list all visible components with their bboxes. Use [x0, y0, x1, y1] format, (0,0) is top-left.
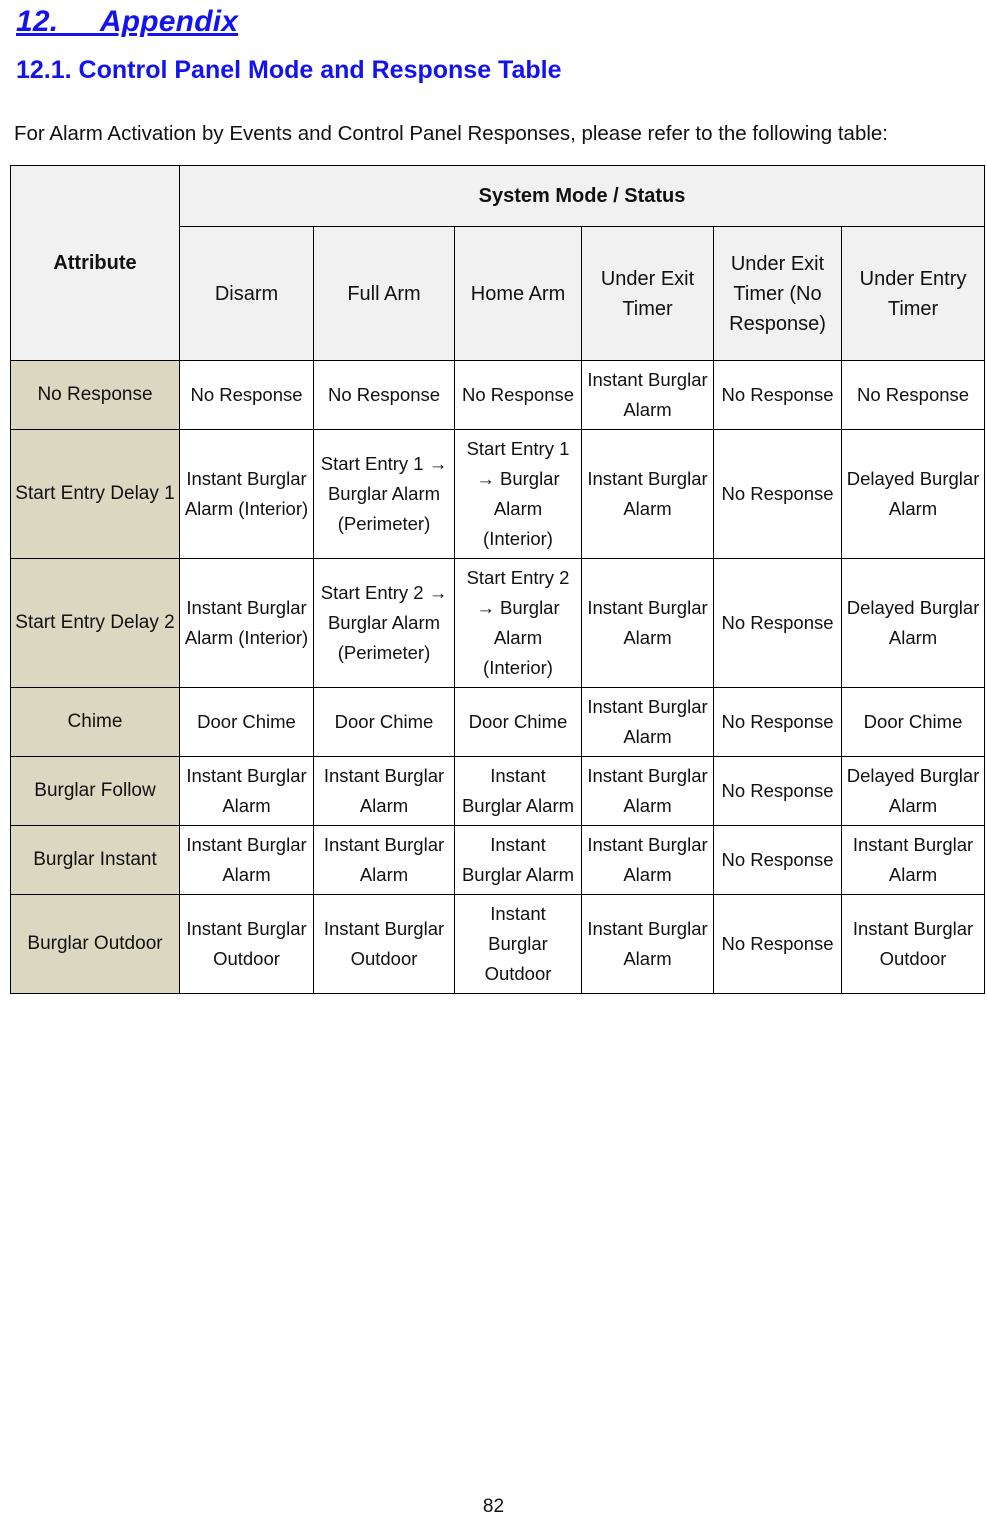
- table-cell: Delayed Burglar Alarm: [840, 558, 986, 688]
- table-row: Burglar Outdoor Instant Burglar Outdoor In…: [10, 894, 986, 994]
- table-cell: Start Entry 2 → Burglar Alarm (Interior): [454, 558, 582, 688]
- table-cell: Instant Burglar Alarm: [581, 894, 714, 994]
- table-cell: Instant Burglar Outdoor: [454, 894, 582, 994]
- row-attribute-label: Burglar Instant: [10, 825, 180, 895]
- table-row: No Response No Response No Response No Resp…: [10, 360, 986, 430]
- table-row: Start Entry Delay 2 Instant Burglar Alarm…: [10, 558, 986, 688]
- table-cell: Instant Burglar Alarm: [581, 687, 714, 757]
- table-cell: Instant Burglar Alarm: [581, 756, 714, 826]
- table-row: Burglar Follow Instant Burglar Alarm Insta…: [10, 756, 986, 826]
- table-cell: Delayed Burglar Alarm: [840, 756, 986, 826]
- table-cell: Start Entry 1 → Burglar Alarm (Interior): [454, 429, 582, 559]
- row-attribute-label: Start Entry Delay 1: [10, 429, 180, 559]
- table-cell: Start Entry 1 → Burglar Alarm (Perimeter…: [313, 429, 455, 559]
- header-attribute: Attribute: [10, 165, 180, 361]
- table-cell: No Response: [179, 360, 314, 430]
- table-cell: Instant Burglar Alarm: [454, 756, 582, 826]
- table-cell: No Response: [313, 360, 455, 430]
- table-cell: Instant Burglar Alarm: [581, 558, 714, 688]
- table-cell: Instant Burglar Alarm: [581, 429, 714, 559]
- table-row: Chime Door Chime Door Chime Door Chime Insta…: [10, 687, 986, 757]
- table-cell: No Response: [454, 360, 582, 430]
- table-cell: Instant Burglar Alarm: [313, 756, 455, 826]
- table-cell: Door Chime: [179, 687, 314, 757]
- table-cell: Instant Burglar Alarm: [581, 360, 714, 430]
- table-cell: No Response: [713, 687, 842, 757]
- header-col-under-entry-timer: Under Entry Timer: [840, 226, 986, 361]
- table-cell: Instant Burglar Alarm (Interior): [179, 558, 314, 688]
- table-cell: Instant Burglar Alarm: [581, 825, 714, 895]
- header-col-full-arm: Full Arm: [313, 226, 455, 361]
- table-cell: Instant Burglar Outdoor: [179, 894, 314, 994]
- document-page: 12. Appendix 12.1. Control Panel Mode an…: [0, 0, 987, 1526]
- table-cell: Door Chime: [454, 687, 582, 757]
- row-attribute-label: Burglar Follow: [10, 756, 180, 826]
- table-row: Start Entry Delay 1 Instant Burglar Alarm…: [10, 429, 986, 559]
- table-cell: Instant Burglar Alarm: [454, 825, 582, 895]
- table-cell: Instant Burglar Outdoor: [313, 894, 455, 994]
- intro-paragraph: For Alarm Activation by Events and Contr…: [14, 122, 889, 145]
- table-cell: Delayed Burglar Alarm: [840, 429, 986, 559]
- table-cell: Instant Burglar Alarm (Interior): [179, 429, 314, 559]
- row-attribute-label: No Response: [10, 360, 180, 430]
- table-header: Attribute System Mode / Status Disarm Fu…: [10, 165, 986, 361]
- table-cell: No Response: [713, 429, 842, 559]
- header-col-disarm: Disarm: [179, 226, 314, 361]
- header-col-under-exit-timer: Under Exit Timer: [581, 226, 714, 361]
- table-cell: No Response: [840, 360, 986, 430]
- section-subtitle: 12.1. Control Panel Mode and Response Ta…: [16, 56, 562, 84]
- table-cell: Instant Burglar Alarm: [313, 825, 455, 895]
- table-body: No Response No Response No Response No Resp…: [10, 360, 986, 994]
- control-panel-mode-response-table: Attribute System Mode / Status Disarm Fu…: [10, 165, 986, 994]
- table-cell: Start Entry 2 → Burglar Alarm (Perimeter…: [313, 558, 455, 688]
- table-cell: Instant Burglar Alarm: [179, 756, 314, 826]
- row-attribute-label: Chime: [10, 687, 180, 757]
- table-cell: Door Chime: [313, 687, 455, 757]
- table-row: Burglar Instant Instant Burglar Alarm Inst…: [10, 825, 986, 895]
- header-col-under-exit-timer-no-response: Under Exit Timer (No Response): [713, 226, 842, 361]
- table-cell: No Response: [713, 894, 842, 994]
- table-cell: No Response: [713, 360, 842, 430]
- header-col-home-arm: Home Arm: [454, 226, 582, 361]
- table-header-row-group: Attribute System Mode / Status: [10, 165, 986, 361]
- page-number: 82: [482, 1496, 505, 1517]
- table-cell: Instant Burglar Alarm: [179, 825, 314, 895]
- table-cell: Instant Burglar Alarm: [840, 825, 986, 895]
- table-cell: No Response: [713, 558, 842, 688]
- table-cell: No Response: [713, 756, 842, 826]
- table-cell: Door Chime: [840, 687, 986, 757]
- row-attribute-label: Start Entry Delay 2: [10, 558, 180, 688]
- table-cell: Instant Burglar Outdoor: [840, 894, 986, 994]
- row-attribute-label: Burglar Outdoor: [10, 894, 180, 994]
- header-system-mode-status: System Mode / Status: [178, 165, 986, 227]
- page-title: 12. Appendix: [16, 5, 239, 38]
- table-cell: No Response: [713, 825, 842, 895]
